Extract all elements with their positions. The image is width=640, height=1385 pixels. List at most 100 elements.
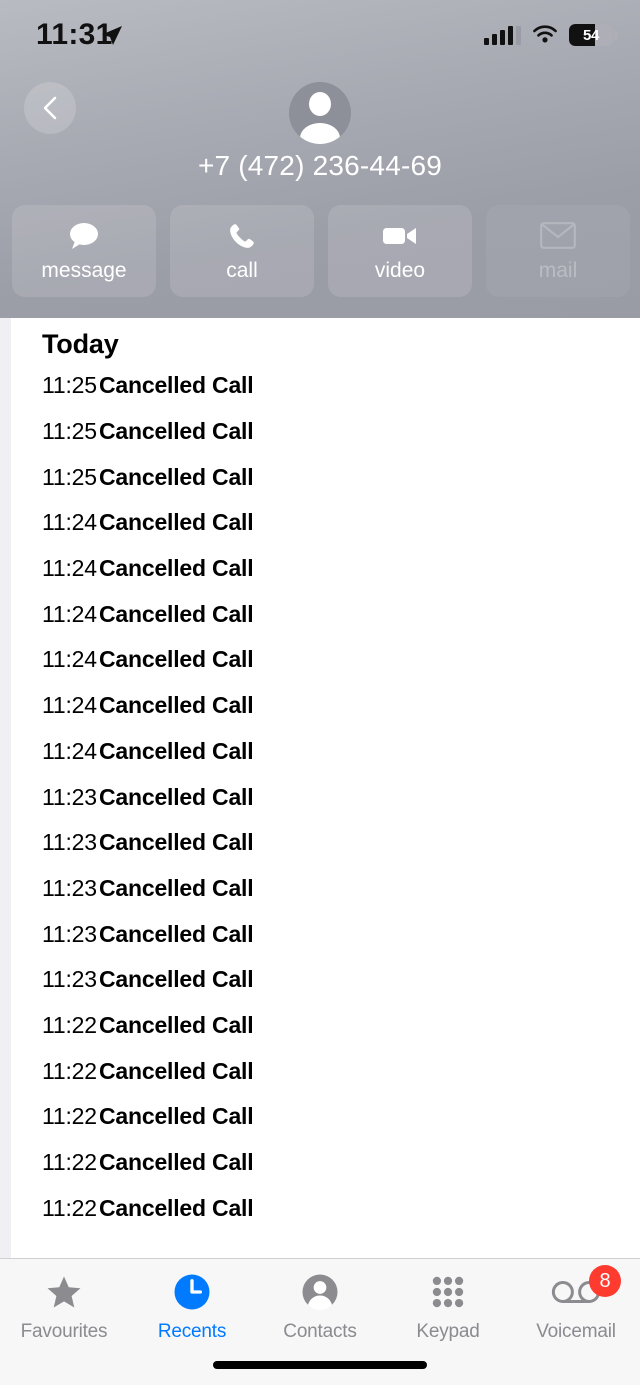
back-button[interactable] — [24, 82, 76, 134]
call-status: Cancelled Call — [99, 1149, 254, 1176]
phone-number: +7 (472) 236-44-69 — [197, 150, 443, 181]
call-time: 11:24 — [42, 555, 97, 582]
call-time: 11:22 — [42, 1194, 97, 1221]
table-row[interactable]: 11:23 Cancelled Call — [11, 774, 640, 820]
clock-icon — [172, 1271, 212, 1313]
call-time: 11:25 — [42, 463, 97, 490]
table-row[interactable]: 11:24 Cancelled Call — [11, 500, 640, 546]
call-time: 11:22 — [42, 1149, 97, 1176]
call-time: 11:23 — [42, 783, 97, 810]
call-status: Cancelled Call — [99, 829, 254, 856]
call-time: 11:24 — [42, 509, 97, 536]
contact-header: 11:31 54 +7 (472) 236-44-69 message call… — [0, 0, 640, 318]
call-button[interactable]: call — [170, 205, 314, 297]
battery-percent: 54 — [582, 26, 600, 44]
call-time: 11:25 — [42, 372, 97, 399]
table-row[interactable]: 11:24 Cancelled Call — [11, 637, 640, 683]
call-status: Cancelled Call — [99, 737, 254, 764]
call-time: 11:23 — [42, 966, 97, 993]
tab-label: Voicemail — [536, 1321, 616, 1342]
table-row[interactable]: 11:23 Cancelled Call — [11, 866, 640, 912]
chevron-left-icon — [43, 96, 57, 120]
avatar[interactable] — [289, 82, 351, 144]
call-status: Cancelled Call — [99, 372, 254, 399]
call-time: 11:24 — [42, 692, 97, 719]
call-status: Cancelled Call — [99, 1103, 254, 1130]
table-row[interactable]: 11:23 Cancelled Call — [11, 957, 640, 1003]
call-status: Cancelled Call — [99, 1057, 254, 1084]
tab-recents[interactable]: Recents — [128, 1259, 256, 1351]
tab-voicemail[interactable]: 8 Voicemail — [512, 1259, 640, 1351]
call-time: 11:23 — [42, 874, 97, 901]
call-status: Cancelled Call — [99, 692, 254, 719]
table-row[interactable]: 11:22 Cancelled Call — [11, 1140, 640, 1186]
video-camera-icon — [381, 220, 419, 252]
phone-handset-icon — [227, 220, 257, 252]
call-time: 11:22 — [42, 1011, 97, 1038]
tab-bar: Favourites Recents Contacts Keypad 8 Voicemai… — [0, 1258, 640, 1385]
status-bar-indicators: 54 — [484, 24, 618, 46]
call-status: Cancelled Call — [99, 646, 254, 673]
tab-contacts[interactable]: Contacts — [256, 1259, 384, 1351]
call-history-list[interactable]: Today 11:25 Cancelled Call 11:25 Cancelled … — [11, 318, 640, 1258]
status-badge: 8 — [589, 1265, 621, 1297]
video-button[interactable]: video — [328, 205, 472, 297]
location-arrow-icon — [102, 26, 122, 45]
keypad-icon — [429, 1271, 467, 1313]
call-status: Cancelled Call — [99, 783, 254, 810]
battery-icon: 54 — [569, 24, 618, 46]
call-time: 11:22 — [42, 1057, 97, 1084]
star-icon — [44, 1271, 84, 1313]
table-row[interactable]: 11:22 Cancelled Call — [11, 1048, 640, 1094]
envelope-icon — [540, 220, 576, 252]
call-time: 11:24 — [42, 600, 97, 627]
video-button-label: video — [374, 258, 426, 282]
table-row[interactable]: 11:22 Cancelled Call — [11, 1094, 640, 1140]
voicemail-icon: 8 — [551, 1265, 621, 1313]
call-time: 11:23 — [42, 920, 97, 947]
table-row[interactable]: 11:25 Cancelled Call — [11, 363, 640, 409]
tab-favourites[interactable]: Favourites — [0, 1259, 128, 1351]
table-row[interactable]: 11:25 Cancelled Call — [11, 409, 640, 455]
call-status: Cancelled Call — [99, 463, 254, 490]
mail-button: mail — [486, 205, 630, 297]
mail-button-label: mail — [538, 258, 578, 282]
message-button[interactable]: message — [12, 205, 156, 297]
call-status: Cancelled Call — [99, 966, 254, 993]
table-row[interactable]: 11:22 Cancelled Call — [11, 1003, 640, 1049]
table-row[interactable]: 11:22 Cancelled Call — [11, 1185, 640, 1231]
call-status: Cancelled Call — [99, 509, 254, 536]
call-status: Cancelled Call — [99, 555, 254, 582]
tab-label: Keypad — [416, 1321, 480, 1342]
tab-keypad[interactable]: Keypad — [384, 1259, 512, 1351]
phone-app-screen: 11:31 54 +7 (472) 236-44-69 message call… — [0, 0, 640, 1385]
call-rows: 11:25 Cancelled Call 11:25 Cancelled Call 11… — [11, 363, 640, 1231]
tab-label: Contacts — [283, 1321, 357, 1342]
tab-label: Recents — [157, 1321, 227, 1342]
action-buttons: message call video mail — [12, 205, 630, 297]
call-time: 11:24 — [42, 737, 97, 764]
call-status: Cancelled Call — [99, 874, 254, 901]
table-row[interactable]: 11:23 Cancelled Call — [11, 820, 640, 866]
table-row[interactable]: 11:24 Cancelled Call — [11, 546, 640, 592]
call-status: Cancelled Call — [99, 1194, 254, 1221]
table-row[interactable]: 11:24 Cancelled Call — [11, 683, 640, 729]
table-row[interactable]: 11:23 Cancelled Call — [11, 911, 640, 957]
table-row[interactable]: 11:25 Cancelled Call — [11, 454, 640, 500]
call-time: 11:22 — [42, 1103, 97, 1130]
call-status: Cancelled Call — [99, 1011, 254, 1038]
table-row[interactable]: 11:24 Cancelled Call — [11, 729, 640, 775]
call-time: 11:25 — [42, 418, 97, 445]
call-button-label: call — [226, 258, 258, 282]
wifi-icon — [533, 25, 557, 43]
person-icon — [300, 1271, 340, 1313]
call-time: 11:24 — [42, 646, 97, 673]
call-status: Cancelled Call — [99, 418, 254, 445]
cellular-signal-icon — [484, 25, 521, 45]
table-row[interactable]: 11:24 Cancelled Call — [11, 591, 640, 637]
message-bubble-icon — [67, 220, 101, 252]
section-header-today: Today — [42, 329, 119, 359]
home-indicator[interactable] — [213, 1361, 427, 1369]
tab-label: Favourites — [20, 1321, 108, 1342]
back-swipe-peek-layer — [0, 318, 11, 1258]
